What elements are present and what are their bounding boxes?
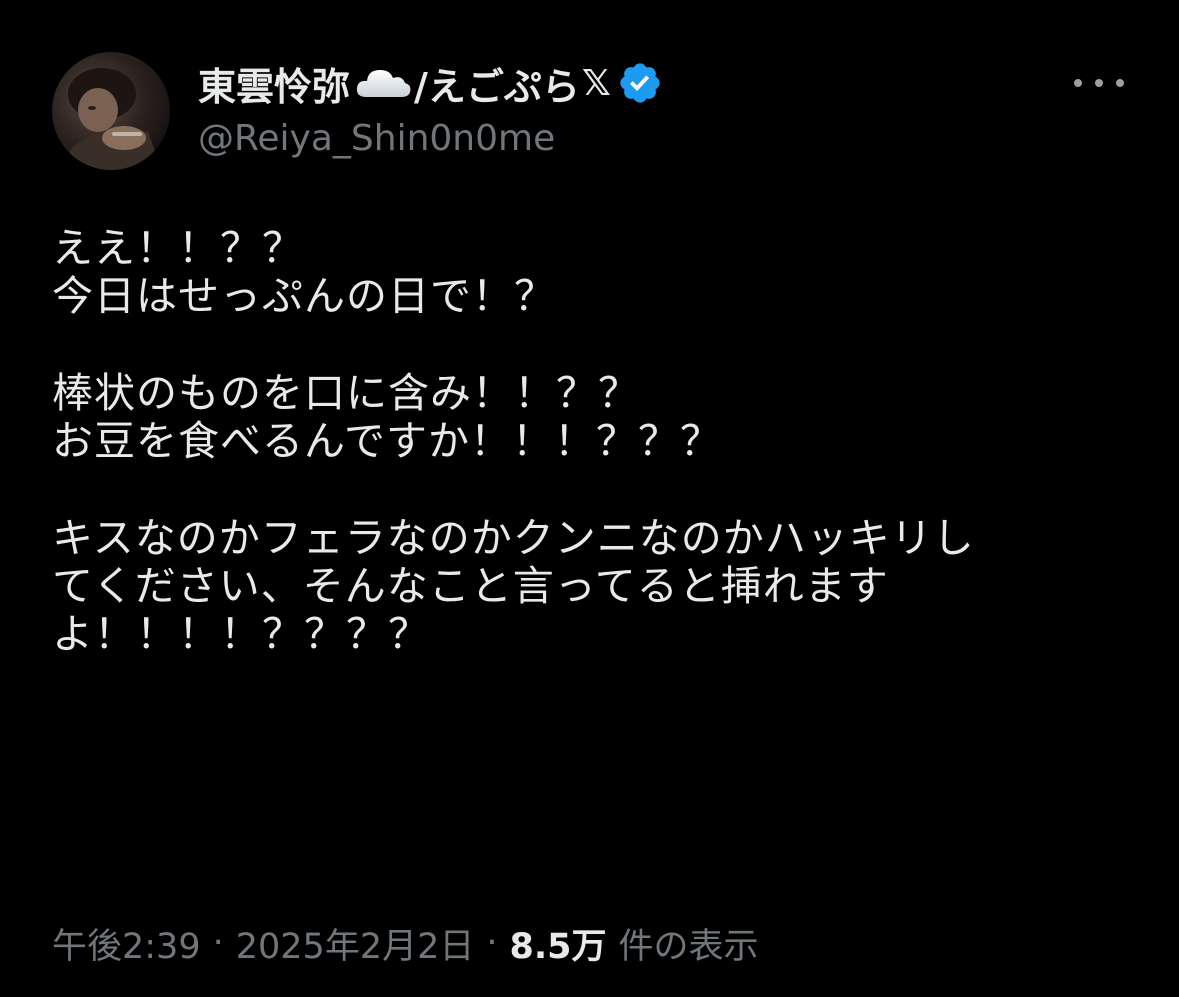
tweet-meta: 午後2:39 · 2025年2月2日 · 8.5万 件の表示 xyxy=(52,918,759,968)
author-handle[interactable]: @Reiya_Shin0n0me xyxy=(198,118,555,159)
verified-badge-icon[interactable] xyxy=(617,60,663,106)
more-options-icon[interactable] xyxy=(1074,66,1124,100)
avatar[interactable] xyxy=(52,52,170,170)
x-logo-glyph: 𝕏 xyxy=(581,62,611,104)
meta-separator: · xyxy=(486,923,498,963)
tweet-time[interactable]: 午後2:39 xyxy=(52,918,201,969)
tweet-detail: 東雲怜弥 /えごぷら 𝕏 @Reiya_Shin0n0me ええ！！？？ 今日は… xyxy=(0,0,1179,997)
more-dot xyxy=(1095,79,1103,87)
display-name[interactable]: 東雲怜弥 xyxy=(198,56,350,111)
tweet-text: ええ！！？？ 今日はせっぷんの日で！？ 棒状のものを口に含み！！？？ お豆を食べ… xyxy=(52,224,975,659)
tweet-date[interactable]: 2025年2月2日 xyxy=(236,918,475,969)
display-name-suffix[interactable]: /えごぷら xyxy=(414,56,580,111)
meta-separator: · xyxy=(212,923,224,963)
views-label[interactable]: 件の表示 xyxy=(619,918,759,969)
views-count[interactable]: 8.5万 xyxy=(510,918,607,969)
more-dot xyxy=(1074,79,1082,87)
author-name-row[interactable]: 東雲怜弥 /えごぷら 𝕏 xyxy=(198,56,663,110)
more-dot xyxy=(1116,79,1124,87)
cloud-icon xyxy=(354,63,412,103)
profile-photo-icon xyxy=(60,68,162,170)
